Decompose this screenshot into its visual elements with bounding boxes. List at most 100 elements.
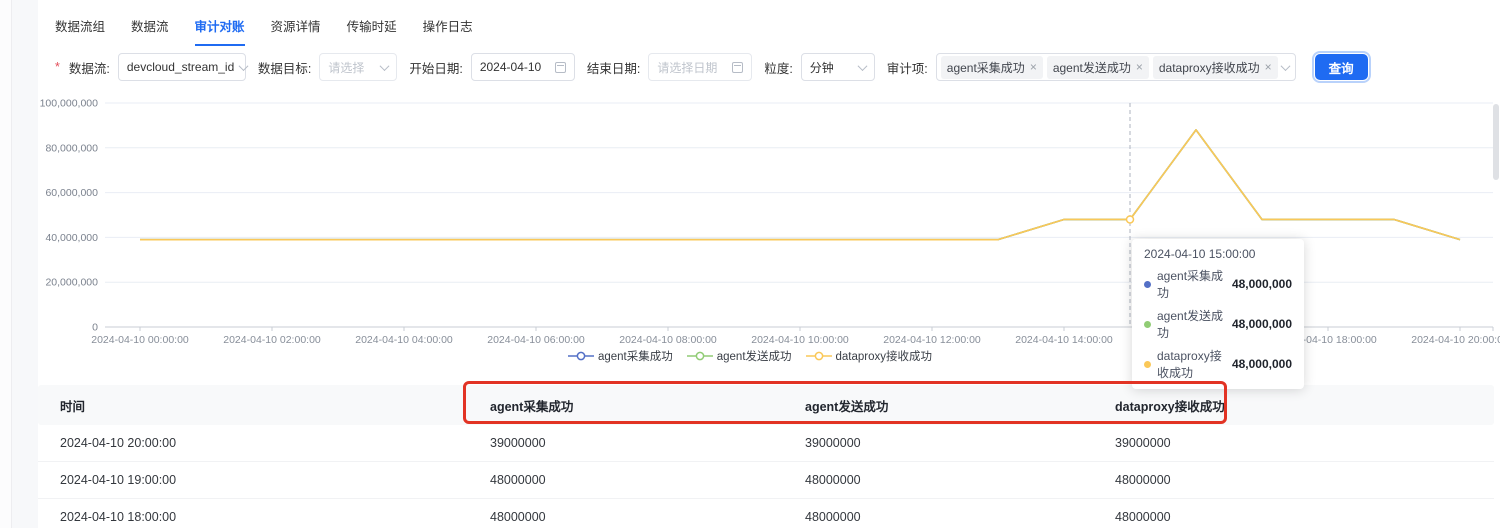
stream-label: 数据流: — [69, 58, 110, 77]
legend-item[interactable]: agent发送成功 — [687, 348, 792, 364]
start-date-value: 2024-04-10 — [480, 60, 549, 74]
table-cell: 48000000 — [490, 473, 805, 487]
svg-text:40,000,000: 40,000,000 — [45, 232, 98, 244]
target-label: 数据目标: — [258, 58, 311, 77]
tooltip-series-value: 48,000,000 — [1232, 317, 1292, 331]
close-icon[interactable]: × — [1136, 61, 1143, 73]
audit-item-tag-label: dataproxy接收成功 — [1159, 59, 1260, 76]
table-cell: 39000000 — [490, 436, 805, 450]
granularity-select[interactable]: 分钟 — [801, 53, 875, 81]
audit-items-label: 审计项: — [887, 58, 928, 77]
legend-item[interactable]: agent采集成功 — [568, 348, 673, 364]
audit-items-multiselect[interactable]: agent采集成功 × agent发送成功 × dataproxy接收成功 × — [936, 53, 1296, 81]
stream-select-value: devcloud_stream_id — [127, 60, 234, 74]
tab-bar: 数据流组数据流审计对账资源详情传输时延操作日志 — [55, 16, 473, 46]
table-cell: 2024-04-10 19:00:00 — [38, 473, 490, 487]
tab-audit-reconciliation[interactable]: 审计对账 — [195, 16, 245, 46]
table-cell: 39000000 — [1115, 436, 1494, 450]
chevron-down-icon — [239, 61, 249, 71]
svg-text:0: 0 — [92, 322, 98, 334]
table-header-cell: agent发送成功 — [805, 396, 1115, 415]
svg-text:60,000,000: 60,000,000 — [45, 187, 98, 199]
svg-text:2024-04-10 04:00:00: 2024-04-10 04:00:00 — [355, 334, 453, 346]
audit-table: 时间agent采集成功agent发送成功dataproxy接收成功 2024-0… — [38, 385, 1494, 528]
tooltip-series-name: dataproxy接收成功 — [1157, 347, 1226, 381]
calendar-icon — [555, 62, 566, 73]
chevron-down-icon — [857, 61, 867, 71]
table-cell: 48000000 — [805, 510, 1115, 524]
table-row: 2024-04-10 20:00:00390000003900000039000… — [38, 425, 1494, 462]
chart-tooltip: 2024-04-10 15:00:00 agent采集成功48,000,000a… — [1132, 239, 1304, 389]
legend-item-label: agent采集成功 — [598, 348, 673, 364]
table-cell: 2024-04-10 20:00:00 — [38, 436, 490, 450]
table-header-cell: 时间 — [38, 396, 490, 415]
svg-text:20,000,000: 20,000,000 — [45, 277, 98, 289]
tab-data-stream-group[interactable]: 数据流组 — [55, 16, 105, 46]
svg-text:2024-04-10 08:00:00: 2024-04-10 08:00:00 — [619, 334, 717, 346]
start-date-label: 开始日期: — [409, 58, 462, 77]
svg-text:2024-04-10 10:00:00: 2024-04-10 10:00:00 — [751, 334, 849, 346]
audit-item-tag-label: agent采集成功 — [947, 59, 1025, 76]
required-asterisk: * — [55, 60, 60, 74]
table-cell: 48000000 — [805, 473, 1115, 487]
tooltip-row: agent发送成功 48,000,000 — [1144, 307, 1292, 341]
svg-text:2024-04-10 20:00:00: 2024-04-10 20:00:00 — [1411, 334, 1500, 346]
series-dot-icon — [1144, 361, 1151, 368]
table-header-cell: agent采集成功 — [490, 396, 805, 415]
series-dot-icon — [1144, 321, 1151, 328]
svg-text:2024-04-10 12:00:00: 2024-04-10 12:00:00 — [883, 334, 981, 346]
close-icon[interactable]: × — [1265, 61, 1272, 73]
tooltip-series-value: 48,000,000 — [1232, 357, 1292, 371]
table-cell: 2024-04-10 18:00:00 — [38, 510, 490, 524]
audit-item-tag: dataproxy接收成功 × — [1153, 56, 1278, 79]
audit-item-tag-label: agent发送成功 — [1053, 59, 1131, 76]
query-button-focus-ring: 查询 — [1312, 51, 1371, 83]
close-icon[interactable]: × — [1030, 61, 1037, 73]
table-cell: 48000000 — [1115, 510, 1494, 524]
query-button[interactable]: 查询 — [1315, 54, 1368, 80]
end-date-placeholder: 请选择日期 — [657, 59, 726, 76]
tab-resource-detail[interactable]: 资源详情 — [271, 16, 321, 46]
tooltip-row: agent采集成功 48,000,000 — [1144, 267, 1292, 301]
tab-transmission-delay[interactable]: 传输时延 — [347, 16, 397, 46]
stream-select[interactable]: devcloud_stream_id — [118, 53, 246, 81]
start-date-input[interactable]: 2024-04-10 — [471, 53, 575, 81]
tooltip-series-value: 48,000,000 — [1232, 277, 1292, 291]
series-dot-icon — [1144, 281, 1151, 288]
end-date-label: 结束日期: — [587, 58, 640, 77]
granularity-label: 粒度: — [764, 58, 792, 77]
legend-line-marker-icon — [806, 351, 832, 361]
granularity-value: 分钟 — [810, 59, 853, 76]
chevron-down-icon — [380, 61, 390, 71]
scrollbar-thumb[interactable] — [1493, 104, 1499, 180]
tooltip-series-name: agent采集成功 — [1157, 267, 1226, 301]
end-date-input[interactable]: 请选择日期 — [648, 53, 752, 81]
target-select-placeholder: 请选择 — [328, 59, 375, 76]
svg-text:2024-04-10 06:00:00: 2024-04-10 06:00:00 — [487, 334, 585, 346]
tooltip-series-name: agent发送成功 — [1157, 307, 1226, 341]
table-header-cell: dataproxy接收成功 — [1115, 396, 1494, 415]
legend-item[interactable]: dataproxy接收成功 — [806, 348, 933, 364]
legend-line-marker-icon — [687, 351, 713, 361]
legend-item-label: dataproxy接收成功 — [836, 348, 933, 364]
chevron-down-icon — [1280, 61, 1290, 71]
tooltip-timestamp: 2024-04-10 15:00:00 — [1144, 247, 1292, 261]
target-select[interactable]: 请选择 — [319, 53, 397, 81]
table-row: 2024-04-10 18:00:00480000004800000048000… — [38, 499, 1494, 528]
audit-item-tag: agent采集成功 × — [941, 56, 1043, 79]
calendar-icon — [732, 62, 743, 73]
svg-text:100,000,000: 100,000,000 — [40, 98, 99, 110]
table-cell: 48000000 — [1115, 473, 1494, 487]
legend-line-marker-icon — [568, 351, 594, 361]
table-cell: 39000000 — [805, 436, 1115, 450]
svg-text:2024-04-10 14:00:00: 2024-04-10 14:00:00 — [1015, 334, 1113, 346]
audit-item-tag: agent发送成功 × — [1047, 56, 1149, 79]
table-row: 2024-04-10 19:00:00480000004800000048000… — [38, 462, 1494, 499]
table-cell: 48000000 — [490, 510, 805, 524]
svg-text:2024-04-10 00:00:00: 2024-04-10 00:00:00 — [91, 334, 189, 346]
tooltip-row: dataproxy接收成功 48,000,000 — [1144, 347, 1292, 381]
tab-data-stream[interactable]: 数据流 — [131, 16, 169, 46]
tab-operation-log[interactable]: 操作日志 — [423, 16, 473, 46]
table-header-row: 时间agent采集成功agent发送成功dataproxy接收成功 — [38, 385, 1494, 425]
svg-text:80,000,000: 80,000,000 — [45, 142, 98, 154]
